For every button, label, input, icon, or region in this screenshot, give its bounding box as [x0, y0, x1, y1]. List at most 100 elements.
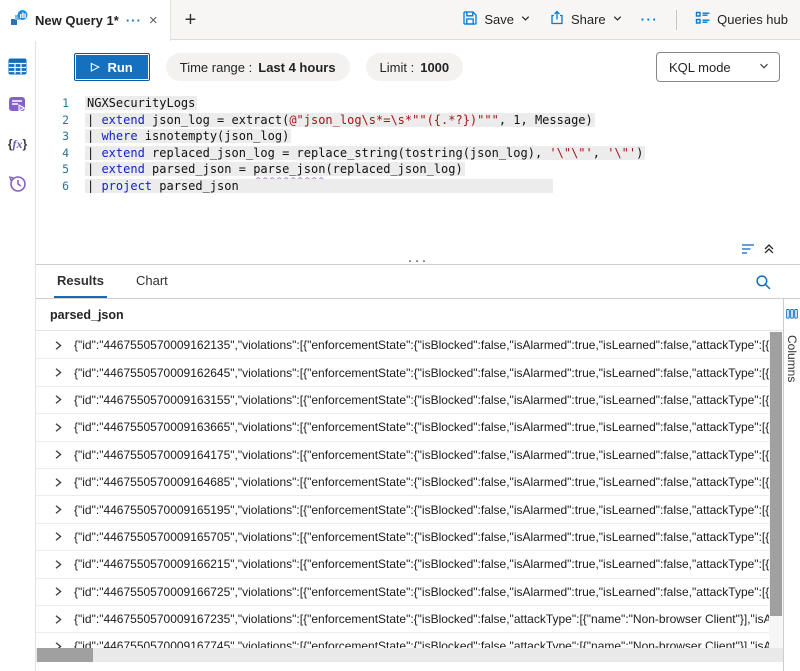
columns-panel-label: Columns	[785, 335, 799, 382]
result-row[interactable]: {"id":"4467550570009163155","violations"…	[36, 387, 769, 414]
limit-label: Limit :	[380, 60, 415, 75]
code-text: | where isnotempty(json_log)	[85, 129, 291, 143]
expand-row-icon[interactable]	[53, 641, 63, 648]
tab-results[interactable]: Results	[54, 265, 107, 298]
kql-mode-dropdown[interactable]: KQL mode	[656, 52, 780, 82]
result-row[interactable]: {"id":"4467550570009165705","violations"…	[36, 524, 769, 551]
expand-row-icon[interactable]	[53, 559, 63, 570]
row-json-cell: {"id":"4467550570009162645","violations"…	[74, 366, 769, 380]
chevron-down-icon	[758, 60, 770, 75]
grid-rows: {"id":"4467550570009162135","violations"…	[36, 332, 769, 648]
result-row[interactable]: {"id":"4467550570009167235","violations"…	[36, 606, 769, 633]
expand-row-icon[interactable]	[53, 586, 63, 597]
editor-actions	[740, 242, 776, 256]
adx-logo-icon	[10, 9, 28, 32]
expand-row-icon[interactable]	[53, 614, 63, 625]
header-actions: Save Share ···	[462, 10, 800, 30]
editor-line[interactable]: 3| where isnotempty(json_log)	[36, 128, 800, 145]
query-toolbar: ▷ Run Time range : Last 4 hours Limit : …	[36, 40, 800, 82]
functions-icon[interactable]: {fx}	[7, 133, 29, 155]
line-number: 4	[36, 146, 85, 160]
editor-line[interactable]: 2| extend json_log = extract(@"json_log\…	[36, 112, 800, 129]
expand-row-icon[interactable]	[53, 449, 63, 460]
columns-icon	[786, 307, 798, 325]
result-row[interactable]: {"id":"4467550570009166725","violations"…	[36, 579, 769, 606]
line-number: 5	[36, 162, 85, 176]
tab-title: New Query 1*	[35, 13, 119, 28]
row-json-cell: {"id":"4467550570009164175","violations"…	[74, 448, 769, 462]
row-json-cell: {"id":"4467550570009166215","violations"…	[74, 557, 769, 571]
result-row[interactable]: {"id":"4467550570009165195","violations"…	[36, 496, 769, 523]
editor-line[interactable]: 4| extend replaced_json_log = replace_st…	[36, 145, 800, 162]
vertical-scrollbar[interactable]	[769, 332, 783, 648]
row-json-cell: {"id":"4467550570009166725","violations"…	[74, 585, 769, 599]
format-query-icon[interactable]	[740, 242, 756, 256]
line-number: 3	[36, 129, 85, 143]
azure-data-explorer-app: New Query 1* ··· × + Save	[0, 0, 800, 671]
saved-queries-icon[interactable]	[7, 94, 29, 116]
save-button[interactable]: Save	[462, 10, 531, 29]
tab-more-icon[interactable]: ···	[126, 13, 142, 28]
results-grid: parsed_json {"id":"4467550570009162135",…	[36, 299, 800, 671]
result-row[interactable]: {"id":"4467550570009163665","violations"…	[36, 414, 769, 441]
collapse-editor-icon[interactable]	[762, 242, 776, 256]
expand-row-icon[interactable]	[53, 422, 63, 433]
expand-row-icon[interactable]	[53, 367, 63, 378]
kql-mode-value: KQL mode	[669, 60, 731, 75]
header-divider	[676, 10, 677, 30]
limit-pill[interactable]: Limit : 1000	[366, 53, 464, 81]
query-editor[interactable]: 1NGXSecurityLogs2| extend json_log = ext…	[36, 95, 800, 194]
time-range-pill[interactable]: Time range : Last 4 hours	[166, 53, 350, 81]
queries-hub-button[interactable]: Queries hub	[695, 10, 788, 29]
results-tabs: Results Chart	[36, 265, 800, 299]
code-text: NGXSecurityLogs	[85, 96, 197, 110]
expand-row-icon[interactable]	[53, 340, 63, 351]
left-rail: {fx}	[0, 40, 36, 671]
query-panel: ▷ Run Time range : Last 4 hours Limit : …	[36, 40, 800, 265]
editor-line[interactable]: 5| extend parsed_json = parse_json(repla…	[36, 161, 800, 178]
search-icon[interactable]	[755, 274, 772, 296]
result-row[interactable]: {"id":"4467550570009162135","violations"…	[36, 332, 769, 359]
result-row[interactable]: {"id":"4467550570009167745","violations"…	[36, 633, 769, 648]
tab-chart[interactable]: Chart	[133, 265, 171, 298]
data-tables-icon[interactable]	[7, 55, 29, 77]
vertical-scrollbar-thumb[interactable]	[770, 332, 782, 616]
result-row[interactable]: {"id":"4467550570009162645","violations"…	[36, 359, 769, 386]
save-icon	[462, 10, 478, 29]
row-json-cell: {"id":"4467550570009167235","violations"…	[74, 612, 769, 626]
line-number: 6	[36, 179, 85, 193]
share-icon	[549, 10, 565, 29]
column-header-parsed-json[interactable]: parsed_json	[36, 299, 783, 331]
more-actions-button[interactable]: ···	[641, 12, 659, 27]
horizontal-scrollbar-thumb[interactable]	[37, 648, 93, 662]
row-json-cell: {"id":"4467550570009167745","violations"…	[74, 639, 769, 648]
tab-close-icon[interactable]: ×	[149, 13, 158, 28]
row-json-cell: {"id":"4467550570009163665","violations"…	[74, 420, 769, 434]
expand-row-icon[interactable]	[53, 394, 63, 405]
run-button[interactable]: ▷ Run	[74, 53, 150, 81]
new-tab-button[interactable]: +	[185, 10, 197, 30]
share-label: Share	[571, 12, 606, 27]
limit-value: 1000	[420, 60, 449, 75]
share-button[interactable]: Share	[549, 10, 623, 29]
columns-panel-toggle[interactable]: Columns	[783, 299, 800, 671]
tab-new-query-1[interactable]: New Query 1* ··· ×	[0, 0, 171, 41]
line-number: 1	[36, 96, 85, 110]
result-row[interactable]: {"id":"4467550570009164175","violations"…	[36, 442, 769, 469]
play-icon: ▷	[91, 62, 99, 73]
editor-line[interactable]: 1NGXSecurityLogs	[36, 95, 800, 112]
row-json-cell: {"id":"4467550570009162135","violations"…	[74, 338, 769, 352]
horizontal-scrollbar[interactable]	[36, 648, 783, 662]
code-text: | extend replaced_json_log = replace_str…	[85, 146, 645, 160]
run-label: Run	[107, 60, 132, 75]
time-range-value: Last 4 hours	[258, 60, 335, 75]
line-number: 2	[36, 113, 85, 127]
result-row[interactable]: {"id":"4467550570009164685","violations"…	[36, 469, 769, 496]
query-history-icon[interactable]	[7, 172, 29, 194]
editor-line[interactable]: 6| project parsed_json	[36, 178, 800, 195]
expand-row-icon[interactable]	[53, 477, 63, 488]
result-row[interactable]: {"id":"4467550570009166215","violations"…	[36, 551, 769, 578]
row-json-cell: {"id":"4467550570009164685","violations"…	[74, 475, 769, 489]
expand-row-icon[interactable]	[53, 531, 63, 542]
expand-row-icon[interactable]	[53, 504, 63, 515]
